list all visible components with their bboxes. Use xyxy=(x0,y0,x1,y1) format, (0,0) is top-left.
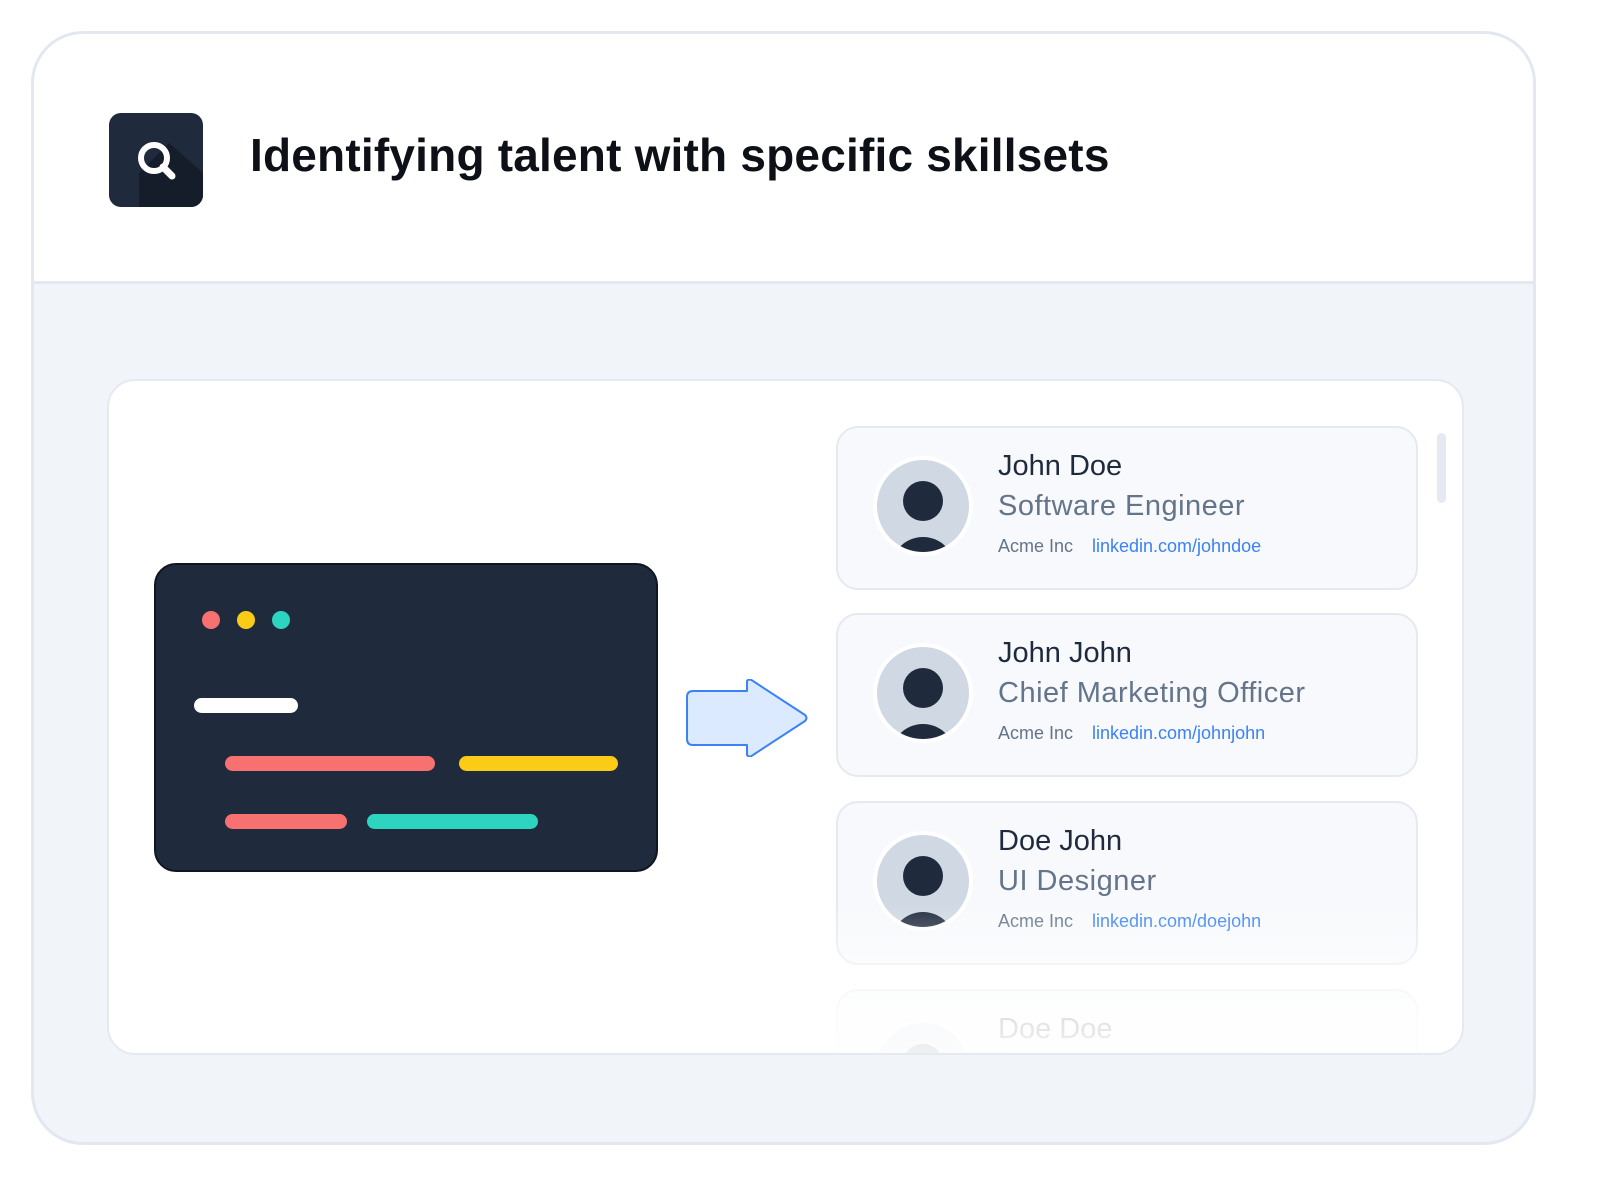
profile-name: Doe John xyxy=(998,825,1123,857)
window-dot-red xyxy=(202,611,220,629)
window-dot-teal xyxy=(272,611,290,629)
profile-company: Acme Inc xyxy=(998,911,1074,931)
profile-name: John Doe xyxy=(998,450,1123,482)
feature-card: Identifying talent with specific skillse… xyxy=(31,31,1536,1145)
profile-role: UI Designer xyxy=(998,865,1157,897)
profile-card[interactable]: Doe John UI Designer Acme Inc linkedin.c… xyxy=(836,801,1418,965)
profile-name: Doe Doe xyxy=(998,1013,1113,1045)
avatar xyxy=(873,1019,973,1053)
code-line xyxy=(367,814,538,829)
profile-card[interactable]: John Doe Software Engineer Acme Inc link… xyxy=(836,426,1418,590)
code-line xyxy=(225,756,435,771)
search-panel: John Doe Software Engineer Acme Inc link… xyxy=(107,379,1464,1055)
profile-link[interactable]: linkedin.com/johndoe xyxy=(1092,536,1261,557)
profile-name: John John xyxy=(998,637,1132,669)
arrow-right-icon xyxy=(686,679,808,757)
candidate-results-list[interactable]: John Doe Software Engineer Acme Inc link… xyxy=(836,426,1420,1053)
code-line xyxy=(225,814,347,829)
profile-card[interactable]: Doe Doe xyxy=(836,989,1418,1053)
code-editor-illustration xyxy=(154,563,658,872)
profile-card[interactable]: John John Chief Marketing Officer Acme I… xyxy=(836,613,1418,777)
avatar xyxy=(873,643,973,743)
search-icon xyxy=(109,113,203,207)
window-dot-yellow xyxy=(237,611,255,629)
scrollbar-thumb[interactable] xyxy=(1437,433,1446,503)
profile-company: Acme Inc xyxy=(998,723,1074,743)
avatar xyxy=(873,831,973,931)
page-title: Identifying talent with specific skillse… xyxy=(250,129,1110,181)
profile-link[interactable]: linkedin.com/doejohn xyxy=(1092,911,1261,932)
profile-link[interactable]: linkedin.com/johnjohn xyxy=(1092,723,1265,744)
code-line xyxy=(194,698,298,713)
card-header: Identifying talent with specific skillse… xyxy=(34,34,1533,284)
code-line xyxy=(459,756,618,771)
profile-role: Chief Marketing Officer xyxy=(998,677,1306,709)
avatar xyxy=(873,456,973,556)
profile-company: Acme Inc xyxy=(998,536,1074,556)
profile-role: Software Engineer xyxy=(998,490,1246,522)
